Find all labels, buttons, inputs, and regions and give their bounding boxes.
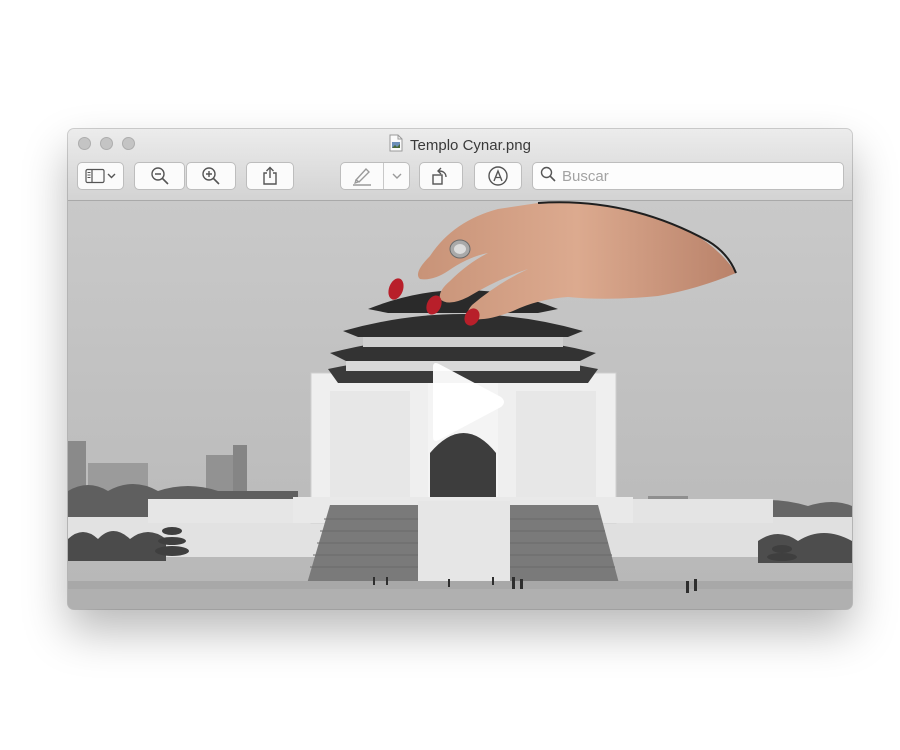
rotate-button[interactable] [419,162,463,190]
pen-icon [351,166,373,186]
markup-toolbar-group [340,162,410,190]
png-file-icon [389,134,403,157]
window-title-text: Templo Cynar.png [410,137,531,154]
zoom-out-icon [150,166,170,186]
zoom-in-icon [201,166,221,186]
image-viewport[interactable] [68,201,852,609]
search-icon [540,166,556,187]
zoom-out-button[interactable] [134,162,185,190]
chevron-down-icon [391,172,403,180]
search-field[interactable] [532,162,844,190]
share-button[interactable] [246,162,294,190]
play-button[interactable] [425,359,507,450]
annotate-icon [487,165,509,187]
play-icon [425,363,507,449]
sidebar-icon [84,168,117,184]
annotate-button[interactable] [474,162,522,190]
preview-window: Templo Cynar.png [68,129,852,609]
zoom-in-button[interactable] [186,162,236,190]
markup-menu-button[interactable] [384,163,409,189]
title-bar: Templo Cynar.png [68,129,852,201]
share-icon [261,166,279,186]
sidebar-toggle-button[interactable] [77,162,124,190]
markup-button[interactable] [341,163,383,189]
rotate-left-icon [430,166,452,186]
search-input[interactable] [562,167,822,185]
window-title: Templo Cynar.png [68,134,852,157]
